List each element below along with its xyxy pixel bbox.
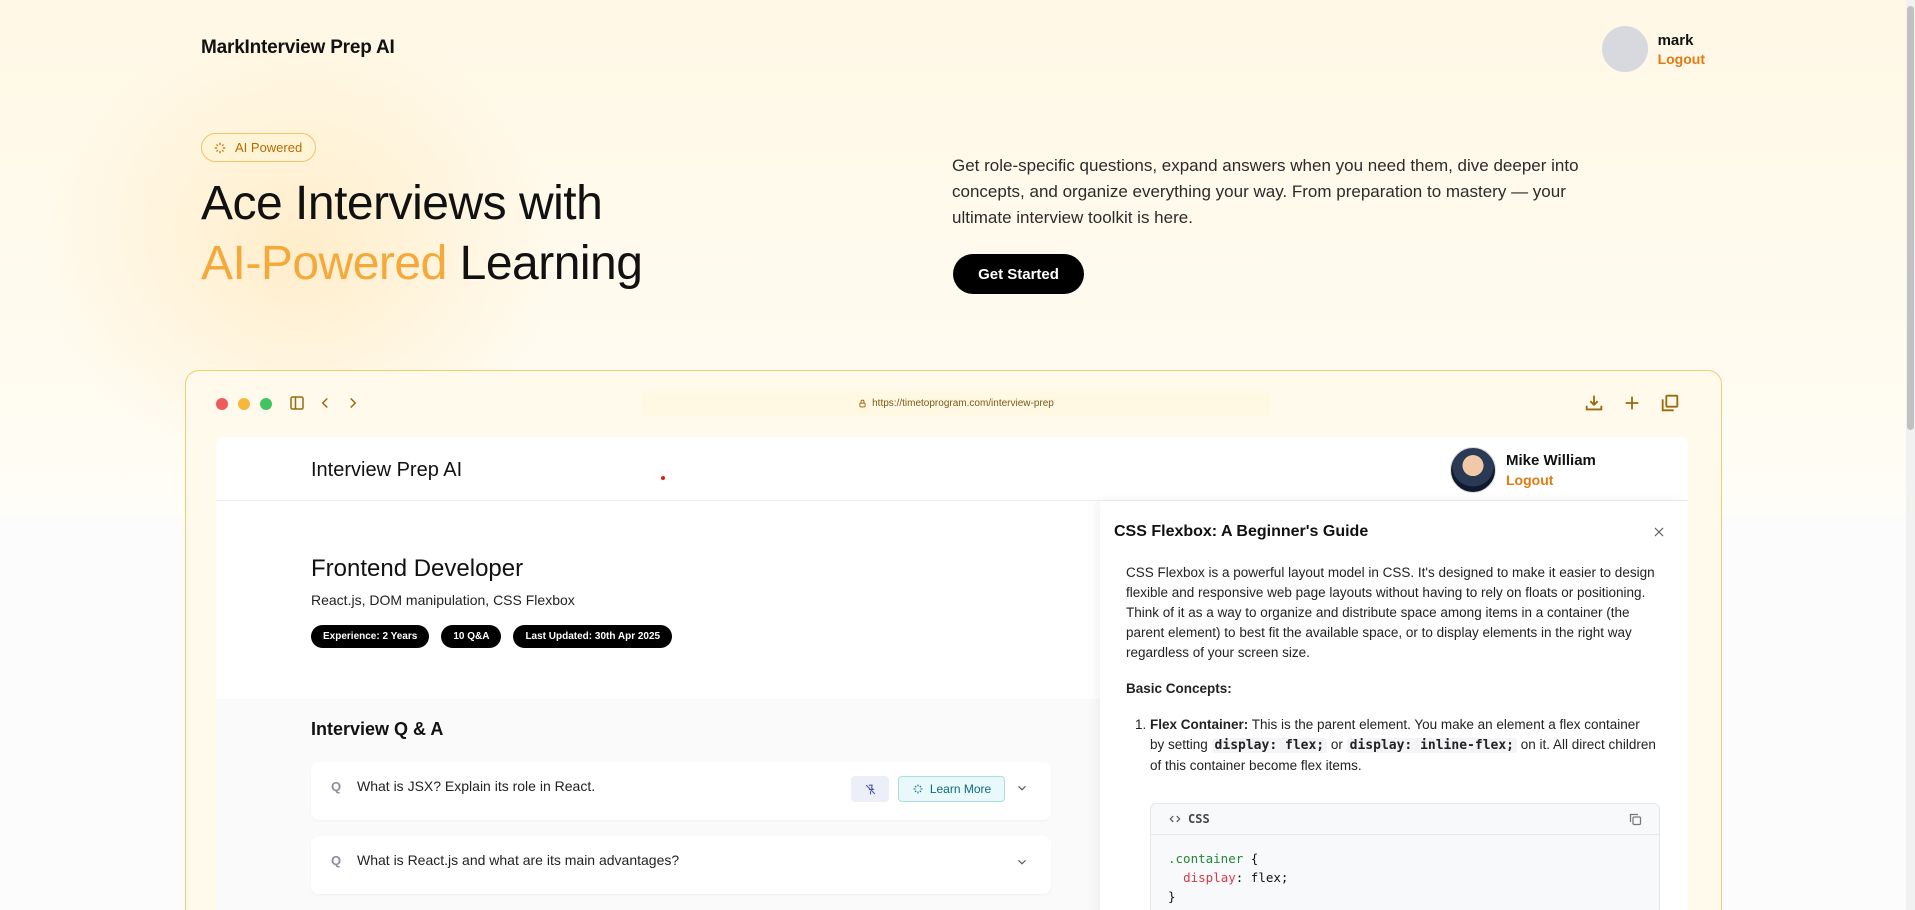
cursor-dot [661, 476, 665, 480]
qa-count-pill: 10 Q&A [441, 625, 502, 648]
top-nav: MarkInterview Prep AI mark Logout [201, 26, 1705, 78]
pin-off-icon [865, 784, 875, 794]
concept-text: or [1327, 737, 1347, 752]
chevron-right-icon [350, 397, 357, 409]
maximize-dot [260, 398, 272, 410]
hero-title-accent: AI-Powered [201, 237, 447, 290]
preview-brand: Interview Prep AI [311, 459, 463, 481]
basic-concepts-heading: Basic Concepts: [1126, 681, 1232, 696]
chevron-left-icon [321, 397, 328, 409]
preview-user: Mike William Logout [1450, 447, 1596, 493]
lock-icon [859, 399, 866, 408]
hero-description: Get role-specific questions, expand answ… [952, 156, 1579, 227]
scrollbar-thumb[interactable] [1907, 6, 1914, 430]
role-title: Frontend Developer [311, 555, 524, 582]
question-marker: Q [331, 779, 342, 794]
browser-actions [1583, 392, 1681, 414]
learn-more-label: Learn More [929, 782, 992, 796]
drawer-content: CSS Flexbox is a powerful layout model i… [1126, 563, 1656, 776]
role-pills: Experience: 2 Years 10 Q&A Last Updated:… [311, 625, 673, 648]
qa-section: Interview Q & A Q What is JSX? Explain i… [216, 699, 1116, 910]
preview-avatar [1450, 447, 1496, 493]
app-preview: Interview Prep AI Mike William Logout Fr… [216, 437, 1688, 910]
code-text: } [1168, 889, 1176, 904]
qa-item[interactable]: Q What is React.js and what are its main… [311, 836, 1051, 894]
code-property: display [1183, 870, 1236, 885]
last-updated-pill: Last Updated: 30th Apr 2025 [513, 625, 673, 648]
hero-title-line1: Ace Interviews with [201, 177, 603, 230]
avatar[interactable] [1601, 26, 1648, 72]
badge-label: AI Powered [235, 140, 303, 155]
user-name: mark [1657, 31, 1694, 49]
preview-nav: Interview Prep AI Mike William Logout [216, 437, 1688, 501]
question-text: What is JSX? Explain its role in React. [357, 778, 596, 794]
hero-title-rest: Learning [459, 237, 643, 290]
copy-icon[interactable] [1628, 812, 1643, 827]
get-started-button[interactable]: Get Started [953, 254, 1084, 294]
logout-link[interactable]: Logout [1658, 51, 1705, 67]
drawer-intro: CSS Flexbox is a powerful layout model i… [1126, 565, 1655, 660]
preview-logout-link: Logout [1506, 472, 1554, 488]
code-block: CSS .container { display: flex; } [1150, 803, 1660, 910]
inline-code: display: inline-flex; [1346, 738, 1518, 753]
close-icon[interactable] [1652, 525, 1666, 539]
user-menu: mark Logout [1601, 26, 1705, 72]
hero-title: Ace Interviews with AI-Powered Learning [201, 174, 643, 294]
sparkle-icon [214, 142, 226, 153]
role-topics: React.js, DOM manipulation, CSS Flexbox [311, 592, 575, 608]
experience-pill: Experience: 2 Years [311, 625, 430, 648]
inline-code: display: flex; [1211, 738, 1328, 753]
plus-icon [1625, 396, 1639, 410]
unpin-button[interactable] [851, 776, 889, 802]
code-selector: .container [1168, 851, 1244, 866]
concept-item: Flex Container: This is the parent eleme… [1150, 715, 1656, 776]
chevron-down-icon[interactable] [1015, 855, 1029, 869]
code-content: .container { display: flex; } [1151, 835, 1659, 910]
qa-heading: Interview Q & A [311, 719, 444, 739]
download-icon [1585, 395, 1603, 411]
chevron-down-icon[interactable] [1015, 781, 1029, 795]
question-text: What is React.js and what are its main a… [357, 852, 680, 868]
url-bar: https://timetoprogram.com/interview-prep [641, 391, 1271, 416]
preview-user-name: Mike William [1506, 452, 1596, 469]
close-dot [216, 398, 228, 410]
sidebar-icon [290, 396, 304, 410]
code-language: CSS [1188, 812, 1210, 826]
window-controls [216, 398, 272, 410]
qa-item[interactable]: Q What is JSX? Explain its role in React… [311, 762, 1051, 820]
url-text: https://timetoprogram.com/interview-prep [872, 398, 1054, 409]
copy-tabs-icon [1661, 394, 1679, 412]
minimize-dot [238, 398, 250, 410]
concept-term: Flex Container: [1150, 717, 1249, 732]
code-block-header: CSS [1151, 804, 1659, 835]
browser-nav [288, 394, 362, 412]
concepts-list: Flex Container: This is the parent eleme… [1150, 715, 1656, 776]
brand-logo[interactable]: MarkInterview Prep AI [201, 37, 395, 59]
drawer-title: CSS Flexbox: A Beginner's Guide [1114, 523, 1369, 540]
question-marker: Q [331, 853, 342, 868]
code-text: { [1243, 851, 1259, 866]
ai-powered-badge: AI Powered [201, 133, 317, 162]
learn-more-button[interactable]: Learn More [898, 776, 1005, 802]
code-icon [1169, 815, 1181, 823]
code-text: : flex; [1235, 870, 1289, 885]
sparkle-icon [913, 784, 923, 794]
learn-more-drawer: CSS Flexbox: A Beginner's Guide CSS Flex… [1100, 501, 1688, 910]
browser-mockup: https://timetoprogram.com/interview-prep… [185, 370, 1722, 910]
